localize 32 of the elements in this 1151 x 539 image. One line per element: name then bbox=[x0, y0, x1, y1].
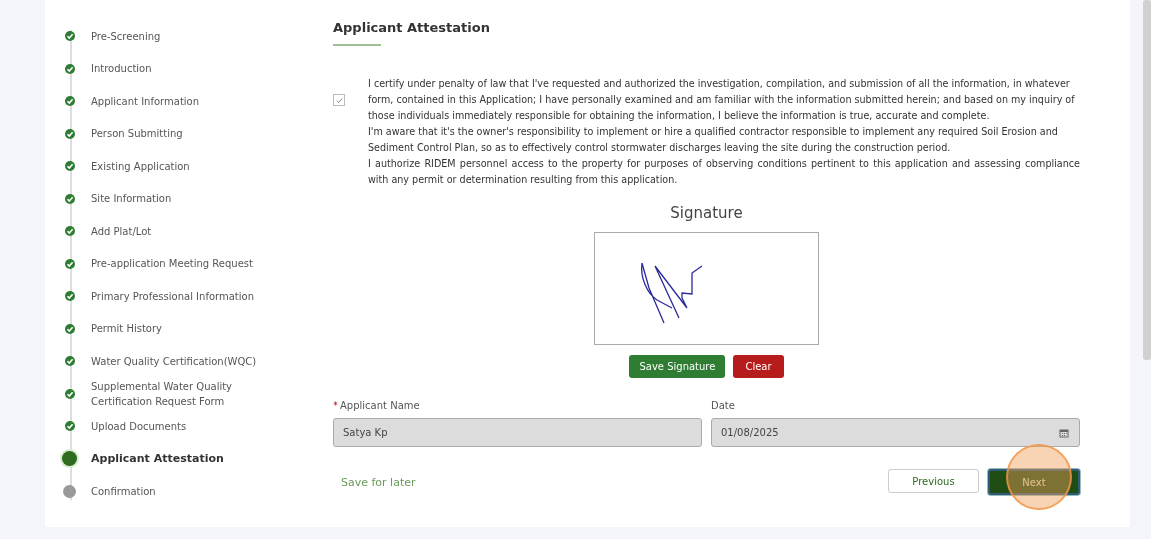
step-link[interactable]: Add Plat/Lot bbox=[91, 223, 152, 239]
step-link[interactable]: Pre-application Meeting Request bbox=[91, 256, 253, 272]
save-signature-button[interactable]: Save Signature bbox=[629, 355, 726, 378]
step-link[interactable]: Primary Professional Information bbox=[91, 288, 254, 304]
field-label: Date bbox=[711, 400, 735, 411]
attestation-checkbox[interactable] bbox=[333, 94, 345, 106]
input-field[interactable]: 01/08/2025 bbox=[711, 418, 1080, 447]
step-link[interactable]: Site Information bbox=[91, 191, 172, 207]
scrollbar[interactable] bbox=[1143, 0, 1151, 360]
attestation-text: I authorize RIDEM personnel access to the property for purposes of observing conditions pertinent to this application and assessing compliance with any permit or determination resulting from this application. bbox=[368, 157, 1080, 187]
step-link[interactable]: Existing Application bbox=[91, 158, 190, 174]
step-link[interactable]: Water Quality Certification(WQC) bbox=[91, 353, 257, 369]
clear-button[interactable]: Clear bbox=[733, 355, 784, 378]
step-link[interactable]: Applicant Attestation bbox=[91, 451, 224, 467]
attestation-text: I'm aware that it's the owner's responsibility to implement or hire a qualified contractor responsible to implement any required Soil Erosion and Sediment Control Plan, so as to effectively control stormwater discharges leaving the site during the construction period. bbox=[368, 125, 1059, 155]
previous-button[interactable]: Previous bbox=[888, 469, 979, 493]
step-link[interactable]: Introduction bbox=[91, 61, 152, 77]
step-link[interactable]: Confirmation bbox=[91, 483, 156, 499]
step-link[interactable]: Applicant Information bbox=[91, 93, 200, 109]
step-link[interactable]: Supplemental Water Quality Certification Request Form bbox=[91, 378, 291, 409]
field-label: Applicant Name bbox=[340, 400, 420, 411]
step-link[interactable]: Upload Documents bbox=[91, 418, 187, 434]
input-field[interactable]: Satya Kp bbox=[333, 418, 702, 447]
step-link[interactable]: Pre-Screening bbox=[91, 28, 161, 44]
signature-title: Signature bbox=[670, 204, 743, 222]
step-link[interactable]: Person Submitting bbox=[91, 126, 183, 142]
check-icon bbox=[334, 95, 344, 105]
attestation-text: I certify under penalty of law that I've requested and authorized the investigation, compilation, and submission of all the information, in whatever form, contained in this Application; I have personally examined and am familiar with the information submitted herein; and based on my inquiry of those individuals immediately responsible for obtaining the information, I believe the information is true, accurate and complete. bbox=[368, 77, 1076, 123]
step-link[interactable]: Permit History bbox=[91, 321, 162, 337]
signature-pad[interactable] bbox=[594, 232, 819, 345]
section-title: Applicant Attestation bbox=[333, 20, 490, 46]
calendar-icon[interactable] bbox=[1059, 427, 1069, 438]
